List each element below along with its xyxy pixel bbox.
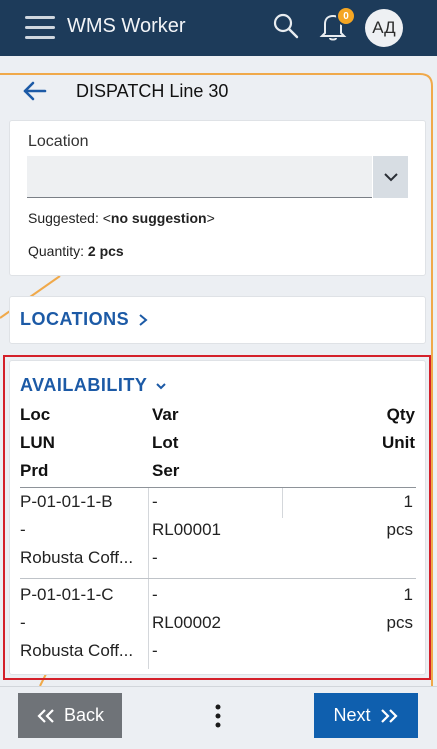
page-title: DISPATCH Line 30 bbox=[76, 81, 229, 101]
back-arrow-icon[interactable] bbox=[22, 80, 48, 102]
column-divider bbox=[148, 579, 149, 669]
chevron-right-icon bbox=[139, 313, 148, 326]
quantity-text: Quantity: 2 pcs bbox=[28, 243, 124, 259]
locations-section[interactable]: LOCATIONS bbox=[9, 296, 426, 344]
cell-ser: - bbox=[152, 548, 158, 567]
back-button-label: Back bbox=[63, 705, 105, 725]
location-label: Location bbox=[28, 133, 89, 150]
chevron-down-icon bbox=[156, 382, 167, 389]
cell-var: - bbox=[152, 492, 158, 511]
locations-title: LOCATIONS bbox=[20, 309, 130, 329]
more-vertical-icon[interactable] bbox=[212, 703, 224, 729]
menu-icon[interactable] bbox=[25, 16, 55, 40]
cell-lun: - bbox=[20, 520, 26, 539]
suggested-text: Suggested: <no suggestion> bbox=[28, 210, 215, 226]
notification-badge: 0 bbox=[336, 6, 356, 26]
header-var: Var bbox=[152, 405, 179, 424]
app-title: WMS Worker bbox=[67, 15, 186, 37]
cell-lun: - bbox=[20, 613, 26, 632]
double-chevron-right-icon bbox=[380, 708, 398, 723]
cell-unit: pcs bbox=[386, 520, 413, 539]
next-button[interactable]: Next bbox=[314, 693, 418, 738]
cell-unit: pcs bbox=[386, 613, 413, 632]
suggested-value: no suggestion bbox=[110, 210, 207, 226]
header-loc: Loc bbox=[20, 405, 51, 424]
header-lun: LUN bbox=[20, 433, 55, 452]
suggested-suffix: > bbox=[206, 210, 215, 226]
back-button[interactable]: Back bbox=[18, 693, 122, 738]
cell-qty: 1 bbox=[403, 585, 413, 604]
avatar[interactable]: АД bbox=[365, 9, 403, 47]
search-icon[interactable] bbox=[272, 12, 300, 40]
cell-lot: RL00001 bbox=[152, 520, 222, 539]
double-chevron-left-icon bbox=[37, 708, 54, 723]
header-divider bbox=[20, 487, 416, 488]
header-unit: Unit bbox=[381, 433, 415, 452]
location-dropdown-button[interactable] bbox=[373, 156, 408, 198]
cell-lot: RL00002 bbox=[152, 613, 222, 632]
row-divider bbox=[20, 578, 416, 579]
header-ser: Ser bbox=[152, 461, 180, 480]
chevron-down-icon bbox=[383, 172, 398, 181]
cell-ser: - bbox=[152, 641, 158, 660]
app-bar: WMS Worker 0 АД bbox=[0, 0, 437, 56]
location-input[interactable] bbox=[27, 156, 372, 198]
cell-loc: P-01-01-1-C bbox=[20, 585, 114, 604]
header-prd: Prd bbox=[20, 461, 49, 480]
availability-title: AVAILABILITY bbox=[20, 375, 148, 395]
next-button-label: Next bbox=[333, 705, 371, 725]
column-divider bbox=[148, 488, 149, 578]
locations-header[interactable]: LOCATIONS bbox=[20, 309, 149, 330]
bottom-bar: Back Next bbox=[0, 686, 437, 749]
quantity-value: 2 pcs bbox=[87, 243, 124, 259]
suggested-prefix: Suggested: < bbox=[28, 210, 111, 226]
cell-qty: 1 bbox=[403, 492, 413, 511]
quantity-prefix: Quantity: bbox=[28, 243, 88, 259]
cell-loc: P-01-01-1-B bbox=[20, 492, 113, 511]
availability-header[interactable]: AVAILABILITY bbox=[20, 375, 167, 396]
cell-var: - bbox=[152, 585, 158, 604]
cell-prd: Robusta Coff... bbox=[20, 641, 134, 660]
location-card: Location Suggested: <no suggestion> Quan… bbox=[9, 120, 426, 276]
header-lot: Lot bbox=[152, 433, 179, 452]
header-qty: Qty bbox=[386, 405, 415, 424]
availability-section: AVAILABILITY Loc LUN Prd Var Lot Ser Qty… bbox=[9, 360, 426, 675]
cell-prd: Robusta Coff... bbox=[20, 548, 134, 567]
column-divider bbox=[282, 488, 283, 518]
